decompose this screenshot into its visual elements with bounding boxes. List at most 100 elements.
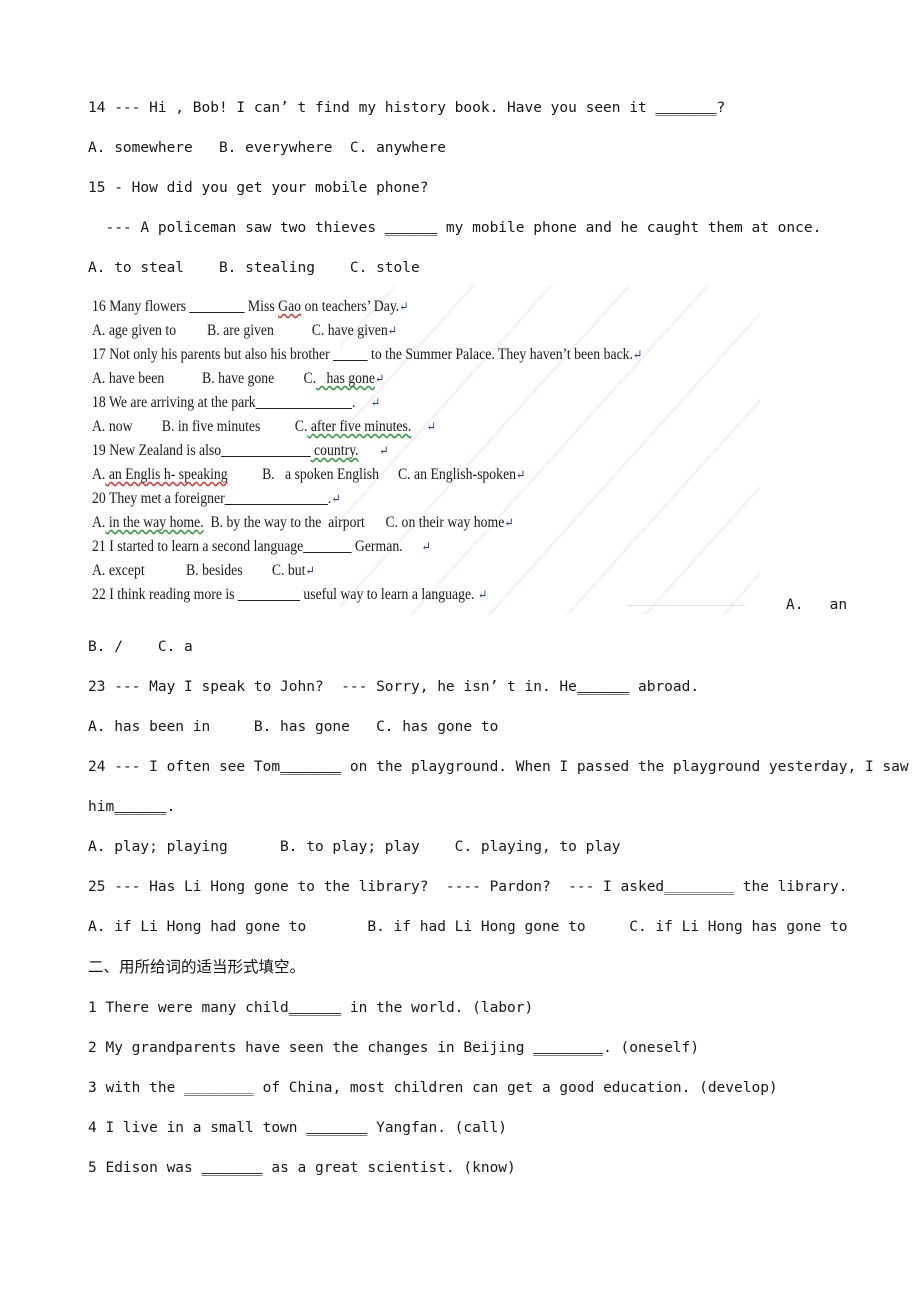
q17-stem-after: to the Summer Palace. They haven’t been … <box>367 346 633 363</box>
q19-stem-before: 19 New Zealand is also <box>92 442 222 459</box>
q24-line2-before: him <box>88 799 115 815</box>
q18-opt-c-label: C. <box>294 418 308 435</box>
faint-dotted-rule <box>628 605 746 606</box>
return-mark-icon: ↵ <box>516 467 526 482</box>
fill-5-after: as a great scientist. (know) <box>262 1160 516 1176</box>
question-20-options: A. in the way home. B. by the way to the … <box>92 515 514 531</box>
section-two-heading: 二、用所给词的适当形式填空。 <box>88 958 306 976</box>
q16-opt-a-label: A. <box>92 322 106 339</box>
question-15-options: A. to steal B. stealing C. stole <box>88 260 420 276</box>
question-19-stem: 19 New Zealand is also_____________ coun… <box>92 443 389 459</box>
question-21-options: A. except B. besides C. but↵ <box>92 563 315 579</box>
q19-opt-c-label: C. <box>397 466 411 483</box>
q21-blank: _______ <box>303 538 352 555</box>
q21-opt-c-text: but <box>284 562 306 579</box>
q21-opt-a-text: except <box>105 562 145 579</box>
question-25-stem: 25 --- Has Li Hong gone to the library? … <box>88 880 848 895</box>
q19-opt-a-text: an Englis h- speaking <box>105 466 228 483</box>
question-16-stem: 16 Many flowers ________ Miss Gao on tea… <box>92 299 409 315</box>
question-17-stem: 17 Not only his parents but also his bro… <box>92 347 642 363</box>
question-23-options: A. has been in B. has gone C. has gone t… <box>88 719 499 735</box>
q19-blank: _____________ <box>221 442 311 459</box>
q17-opt-a-label: A. <box>92 370 106 387</box>
question-24-stem-line2: him______. <box>88 800 175 815</box>
watermark-pattern <box>340 285 760 615</box>
q19-opt-a-label: A. <box>92 466 106 483</box>
question-22-stem: 22 I think reading more is _________ use… <box>92 587 487 603</box>
return-mark-icon: ↵ <box>387 323 398 338</box>
question-15-stem-line2: --- A policeman saw two thieves ______ m… <box>88 221 821 236</box>
q21-stem-after: German. <box>351 538 403 555</box>
q17-opt-b-text: have gone <box>214 370 275 387</box>
fill-2-blank: ________ <box>533 1040 604 1056</box>
q16-stem-before: 16 Many flowers <box>92 298 190 315</box>
question-23-stem: 23 --- May I speak to John? --- Sorry, h… <box>88 680 699 695</box>
fill-item-2: 2 My grandparents have seen the changes … <box>88 1041 699 1056</box>
fill-1-blank: ______ <box>288 1000 342 1016</box>
question-24-stem-line1: 24 --- I often see Tom_______ on the pla… <box>88 760 909 775</box>
q18-blank: ______________ <box>255 394 353 411</box>
q21-opt-a-label: A. <box>92 562 106 579</box>
q25-stem-after: the library. <box>734 879 848 895</box>
q15-line2-after: my mobile phone and he caught them at on… <box>437 220 822 236</box>
question-17-options: A. have been B. have gone C. has gone↵ <box>92 371 384 387</box>
return-mark-icon: ↵ <box>477 587 488 602</box>
fill-2-after: . (oneself) <box>603 1040 700 1056</box>
q15-blank: ______ <box>384 220 438 236</box>
question-14-stem: 14 --- Hi , Bob! I can’ t find my histor… <box>88 101 725 116</box>
q25-blank: ________ <box>664 879 735 895</box>
q23-stem-after: abroad. <box>629 679 700 695</box>
q16-opt-c-text: have given <box>324 322 388 339</box>
q24-line1-before: 24 --- I often see Tom <box>88 759 281 775</box>
q18-opt-a-text: now <box>105 418 133 435</box>
q18-stem-after: . <box>352 394 356 411</box>
q21-stem-before: 21 I started to learn a second language <box>92 538 304 555</box>
q19-opt-b-text: a spoken English <box>274 466 380 483</box>
fill-3-after: of China, most children can get a good e… <box>253 1080 778 1096</box>
q18-stem-before: 18 We are arriving at the park <box>92 394 256 411</box>
return-mark-icon: ↵ <box>421 539 431 554</box>
q18-opt-b-label: B. <box>161 418 175 435</box>
q15-line2-before: --- A policeman saw two thieves <box>88 220 385 236</box>
q20-opt-c-label: C. <box>385 514 399 531</box>
question-24-options: A. play; playing B. to play; play C. pla… <box>88 839 621 855</box>
return-mark-icon: ↵ <box>426 419 437 434</box>
return-mark-icon: ↵ <box>370 395 381 410</box>
fill-4-before: 4 I live in a small town <box>88 1120 307 1136</box>
return-mark-icon: ↵ <box>331 491 341 506</box>
q24-line2-after: . <box>166 799 176 815</box>
return-mark-icon: ↵ <box>632 347 643 362</box>
q22-blank: _________ <box>237 586 300 603</box>
q17-stem-before: 17 Not only his parents but also his bro… <box>92 346 334 363</box>
q16-spellcheck-word: Gao <box>278 298 302 315</box>
question-19-options: A. an Englis h- speaking B. a spoken Engl… <box>92 467 525 483</box>
q16-opt-a-text: age given to <box>105 322 177 339</box>
q20-stem-before: 20 They met a foreigner <box>92 490 225 507</box>
q16-opt-b-text: are given <box>219 322 274 339</box>
q18-opt-b-text: in five minutes <box>174 418 261 435</box>
question-25-options: A. if Li Hong had gone to B. if had Li H… <box>88 919 848 935</box>
q17-opt-c-label: C. <box>303 370 317 387</box>
fill-4-blank: _______ <box>306 1120 368 1136</box>
q16-stem-middle: Miss <box>244 298 279 315</box>
q22-stem-after: useful way to learn a language. <box>299 586 478 603</box>
q17-opt-c-text: has gone <box>316 370 375 387</box>
fill-item-5: 5 Edison was _______ as a great scientis… <box>88 1161 516 1176</box>
q14-stem-before: 14 --- Hi , Bob! I can’ t find my histor… <box>88 100 656 116</box>
q14-stem-after: ? <box>716 100 726 116</box>
fill-4-after: Yangfan. (call) <box>367 1120 508 1136</box>
q16-opt-c-label: C. <box>311 322 325 339</box>
question-15-stem-line1: 15 - How did you get your mobile phone? <box>88 180 429 196</box>
q24-line1-after: on the playground. When I passed the pla… <box>341 759 909 775</box>
q17-blank: _____ <box>333 346 368 363</box>
return-mark-icon: ↵ <box>305 563 315 578</box>
fill-1-after: in the world. (labor) <box>341 1000 534 1016</box>
fill-3-before: 3 with the <box>88 1080 185 1096</box>
q19-opt-c-text: an English-spoken <box>410 466 517 483</box>
q19-opt-b-label: B. <box>262 466 275 483</box>
q20-opt-c-text: on their way home <box>398 514 505 531</box>
return-mark-icon: ↵ <box>379 443 389 458</box>
q18-opt-c-text: after five minutes. <box>307 418 412 435</box>
fill-item-1: 1 There were many child______ in the wor… <box>88 1001 533 1016</box>
q25-stem-before: 25 --- Has Li Hong gone to the library? … <box>88 879 665 895</box>
